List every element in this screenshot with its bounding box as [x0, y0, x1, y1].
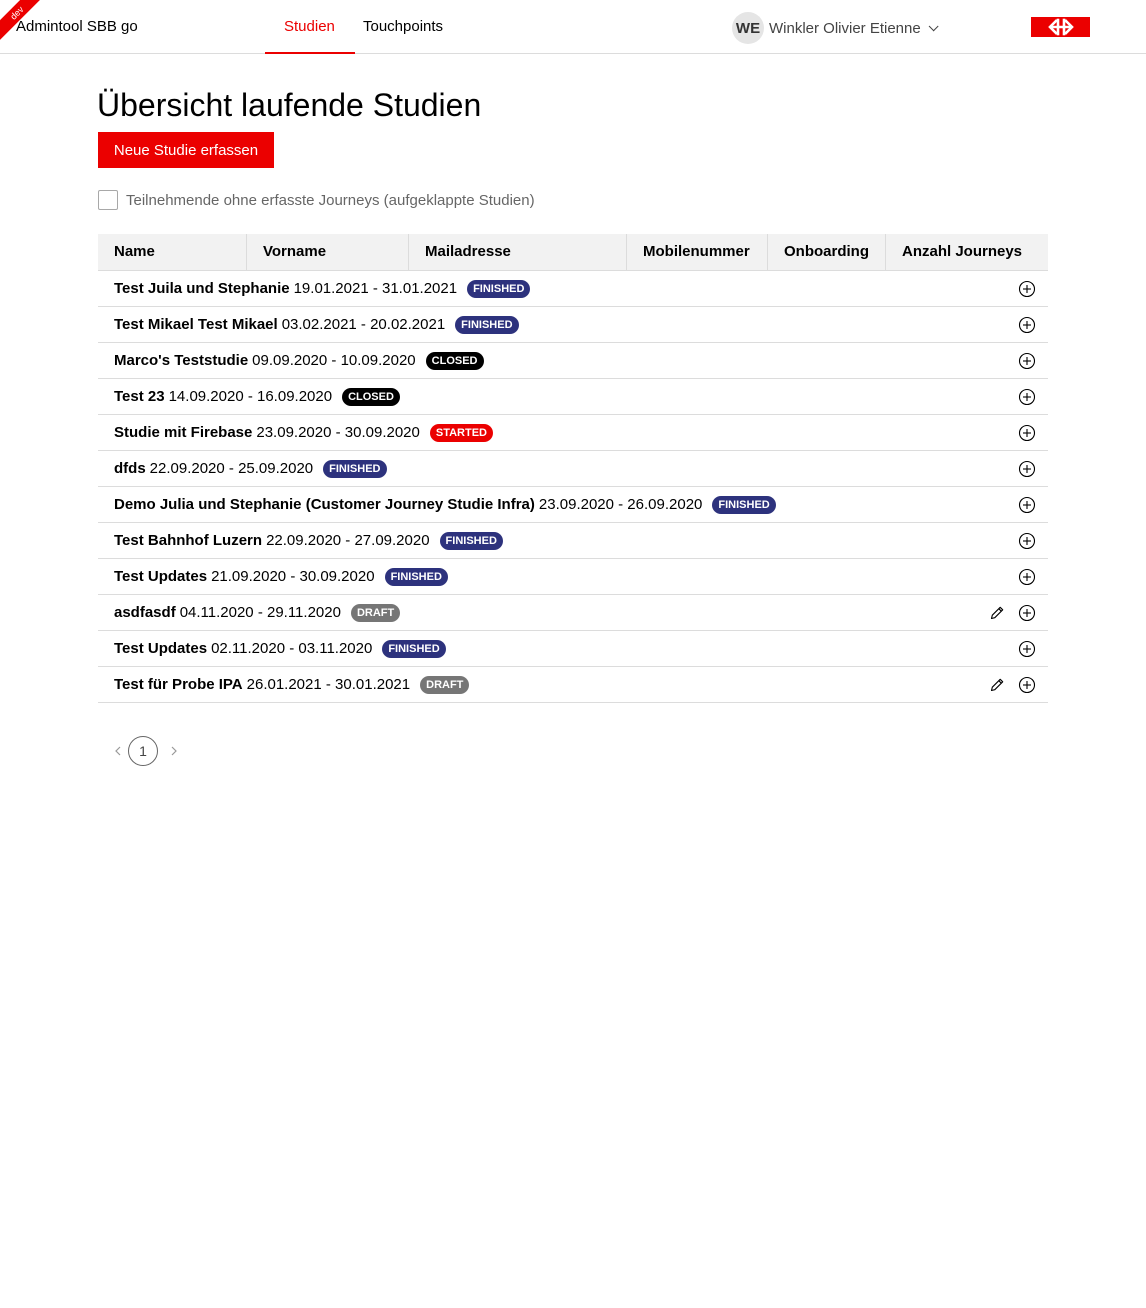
user-name: Winkler Olivier Etienne — [769, 19, 921, 37]
table-row[interactable]: Test Updates 21.09.2020 - 30.09.2020 FINIS… — [98, 559, 1048, 595]
status-badge: FINISHED — [439, 531, 503, 550]
study-name: Test Mikael Test Mikael — [114, 316, 278, 333]
user-menu[interactable]: WE Winkler Olivier Etienne — [732, 12, 939, 44]
study-name: Test Updates — [114, 640, 208, 657]
tab-touchpoints[interactable]: Touchpoints — [363, 18, 443, 36]
study-name: Marco's Teststudie — [114, 352, 249, 369]
sbb-logo — [1031, 17, 1090, 37]
page-number-current[interactable]: 1 — [128, 736, 158, 766]
table-body: Test Juila und Stephanie 19.01.2021 - 31.… — [98, 271, 1048, 703]
plus-circle-icon[interactable] — [1018, 280, 1036, 298]
avatar: WE — [732, 12, 764, 44]
study-dates: 22.09.2020 - 27.09.2020 — [266, 532, 430, 549]
status-badge: FINISHED — [323, 459, 387, 478]
status-badge: FINISHED — [712, 495, 776, 514]
table-row[interactable]: dfds 22.09.2020 - 25.09.2020 FINISHED — [98, 451, 1048, 487]
status-badge: FINISHED — [382, 639, 446, 658]
study-dates: 22.09.2020 - 25.09.2020 — [149, 460, 314, 477]
study-name: Test Juila und Stephanie — [114, 280, 290, 297]
plus-circle-icon[interactable] — [1018, 676, 1036, 694]
active-tab-indicator — [265, 52, 355, 54]
tab-studien[interactable]: Studien — [284, 18, 335, 36]
plus-circle-icon[interactable] — [1018, 352, 1036, 370]
study-name: dfds — [114, 460, 146, 477]
study-dates: 04.11.2020 - 29.11.2020 — [179, 604, 341, 621]
study-dates: 09.09.2020 - 10.09.2020 — [252, 352, 416, 369]
plus-circle-icon[interactable] — [1018, 568, 1036, 586]
filter-label: Teilnehmende ohne erfasste Journeys (auf… — [126, 191, 535, 209]
column-header-mailadresse[interactable]: Mailadresse — [409, 234, 627, 270]
chevron-right-icon — [171, 746, 177, 756]
table-row[interactable]: Marco's Teststudie 09.09.2020 - 10.09.202… — [98, 343, 1048, 379]
top-navigation-bar: dev Admintool SBB go Studien Touchpoints… — [0, 0, 1146, 54]
table-row[interactable]: Studie mit Firebase 23.09.2020 - 30.09.20… — [98, 415, 1048, 451]
study-dates: 23.09.2020 - 30.09.2020 — [256, 424, 420, 441]
column-header-onboarding[interactable]: Onboarding — [768, 234, 886, 270]
table-header: Name Vorname Mailadresse Mobilenummer On… — [98, 234, 1048, 271]
plus-circle-icon[interactable] — [1018, 460, 1036, 478]
column-header-anzahl-journeys[interactable]: Anzahl Journeys — [886, 234, 1048, 270]
study-name: Studie mit Firebase — [114, 424, 253, 441]
status-badge: FINISHED — [455, 315, 519, 334]
status-badge: DRAFT — [420, 675, 470, 694]
study-dates: 02.11.2020 - 03.11.2020 — [211, 640, 373, 657]
status-badge: DRAFT — [350, 603, 401, 622]
plus-circle-icon[interactable] — [1018, 316, 1036, 334]
new-study-button[interactable]: Neue Studie erfassen — [98, 132, 274, 168]
chevron-down-icon — [928, 20, 939, 31]
pagination: 1 — [112, 736, 180, 766]
prev-page-button[interactable] — [112, 736, 124, 766]
study-name: Demo Julia und Stephanie (Customer Journ… — [114, 496, 535, 513]
page-title: Übersicht laufende Studien — [97, 87, 482, 123]
pencil-icon[interactable] — [988, 676, 1006, 694]
plus-circle-icon[interactable] — [1018, 388, 1036, 406]
app-title[interactable]: Admintool SBB go — [16, 18, 138, 36]
table-row[interactable]: Test für Probe IPA 26.01.2021 - 30.01.202… — [98, 667, 1048, 703]
study-dates: 14.09.2020 - 16.09.2020 — [168, 388, 333, 405]
status-badge: STARTED — [429, 423, 493, 442]
study-dates: 26.01.2021 - 30.01.2021 — [246, 676, 411, 693]
status-badge: FINISHED — [467, 279, 531, 298]
study-dates: 03.02.2021 - 20.02.2021 — [281, 316, 446, 333]
column-header-name[interactable]: Name — [98, 234, 247, 270]
study-dates: 21.09.2020 - 30.09.2020 — [211, 568, 375, 585]
plus-circle-icon[interactable] — [1018, 604, 1036, 622]
filter-journeys[interactable]: Teilnehmende ohne erfasste Journeys (auf… — [98, 190, 535, 210]
studies-table: Name Vorname Mailadresse Mobilenummer On… — [98, 234, 1048, 703]
table-row[interactable]: Demo Julia und Stephanie (Customer Journ… — [98, 487, 1048, 523]
study-name: Test für Probe IPA — [114, 676, 243, 693]
table-row[interactable]: Test Juila und Stephanie 19.01.2021 - 31.… — [98, 271, 1048, 307]
table-row[interactable]: asdfasdf 04.11.2020 - 29.11.2020 DRAFT — [98, 595, 1048, 631]
study-dates: 23.09.2020 - 26.09.2020 — [538, 496, 703, 513]
status-badge: FINISHED — [384, 567, 448, 586]
table-row[interactable]: Test Bahnhof Luzern 22.09.2020 - 27.09.20… — [98, 523, 1048, 559]
study-dates: 19.01.2021 - 31.01.2021 — [293, 280, 458, 297]
plus-circle-icon[interactable] — [1018, 532, 1036, 550]
filter-checkbox[interactable] — [98, 190, 118, 210]
study-name: Test 23 — [114, 388, 165, 405]
pencil-icon[interactable] — [988, 604, 1006, 622]
study-name: Test Updates — [114, 568, 208, 585]
plus-circle-icon[interactable] — [1018, 424, 1036, 442]
status-badge: CLOSED — [425, 351, 484, 370]
chevron-left-icon — [115, 746, 121, 756]
next-page-button[interactable] — [168, 736, 180, 766]
plus-circle-icon[interactable] — [1018, 640, 1036, 658]
study-name: asdfasdf — [114, 604, 176, 621]
plus-circle-icon[interactable] — [1018, 496, 1036, 514]
study-name: Test Bahnhof Luzern — [114, 532, 263, 549]
column-header-mobilenummer[interactable]: Mobilenummer — [627, 234, 768, 270]
table-row[interactable]: Test Updates 02.11.2020 - 03.11.2020 FINIS… — [98, 631, 1048, 667]
table-row[interactable]: Test 23 14.09.2020 - 16.09.2020 CLOSED — [98, 379, 1048, 415]
table-row[interactable]: Test Mikael Test Mikael 03.02.2021 - 20.0… — [98, 307, 1048, 343]
status-badge: CLOSED — [342, 387, 400, 406]
column-header-vorname[interactable]: Vorname — [247, 234, 409, 270]
